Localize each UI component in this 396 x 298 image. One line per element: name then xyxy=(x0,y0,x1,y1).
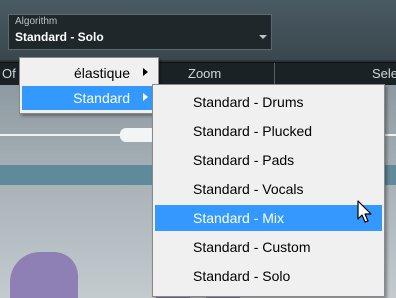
algorithm-selector[interactable]: Algorithm Standard - Solo xyxy=(8,14,272,50)
submenu-item-label: Standard - Solo xyxy=(193,268,291,284)
menu-item-label: élastique xyxy=(73,65,130,81)
submenu-item-label: Standard - Plucked xyxy=(193,123,313,139)
submenu-arrow-icon xyxy=(143,68,148,76)
header-divider xyxy=(274,63,275,85)
menu-item-elastique[interactable]: élastique xyxy=(22,61,156,85)
submenu-item-vocals[interactable]: Standard - Vocals xyxy=(155,176,382,202)
header-right-text: Sele xyxy=(372,66,396,81)
dropdown-arrow-icon[interactable] xyxy=(259,35,267,39)
audio-region-shape xyxy=(10,252,78,298)
standard-submenu: Standard - Drums Standard - Plucked Stan… xyxy=(152,84,385,297)
submenu-item-label: Standard - Mix xyxy=(193,210,285,226)
algorithm-menu: élastique Standard xyxy=(19,57,159,114)
submenu-item-drums[interactable]: Standard - Drums xyxy=(155,89,382,115)
submenu-item-mix[interactable]: Standard - Mix xyxy=(155,205,382,231)
submenu-item-label: Standard - Vocals xyxy=(193,181,304,197)
submenu-item-label: Standard - Drums xyxy=(193,94,304,110)
algorithm-value: Standard - Solo xyxy=(15,30,104,44)
submenu-arrow-icon xyxy=(143,93,148,101)
menu-item-standard[interactable]: Standard xyxy=(22,86,156,110)
algorithm-label: Algorithm xyxy=(15,16,58,27)
submenu-item-plucked[interactable]: Standard - Plucked xyxy=(155,118,382,144)
header-left-text: Of xyxy=(2,66,16,81)
menu-item-label: Standard xyxy=(73,90,130,106)
zoom-header[interactable]: Zoom xyxy=(188,66,221,81)
submenu-item-custom[interactable]: Standard - Custom xyxy=(155,234,382,260)
submenu-item-label: Standard - Custom xyxy=(193,239,311,255)
submenu-item-pads[interactable]: Standard - Pads xyxy=(155,147,382,173)
mouse-cursor-icon xyxy=(357,200,372,223)
submenu-item-solo[interactable]: Standard - Solo xyxy=(155,263,382,289)
submenu-item-label: Standard - Pads xyxy=(193,152,295,168)
